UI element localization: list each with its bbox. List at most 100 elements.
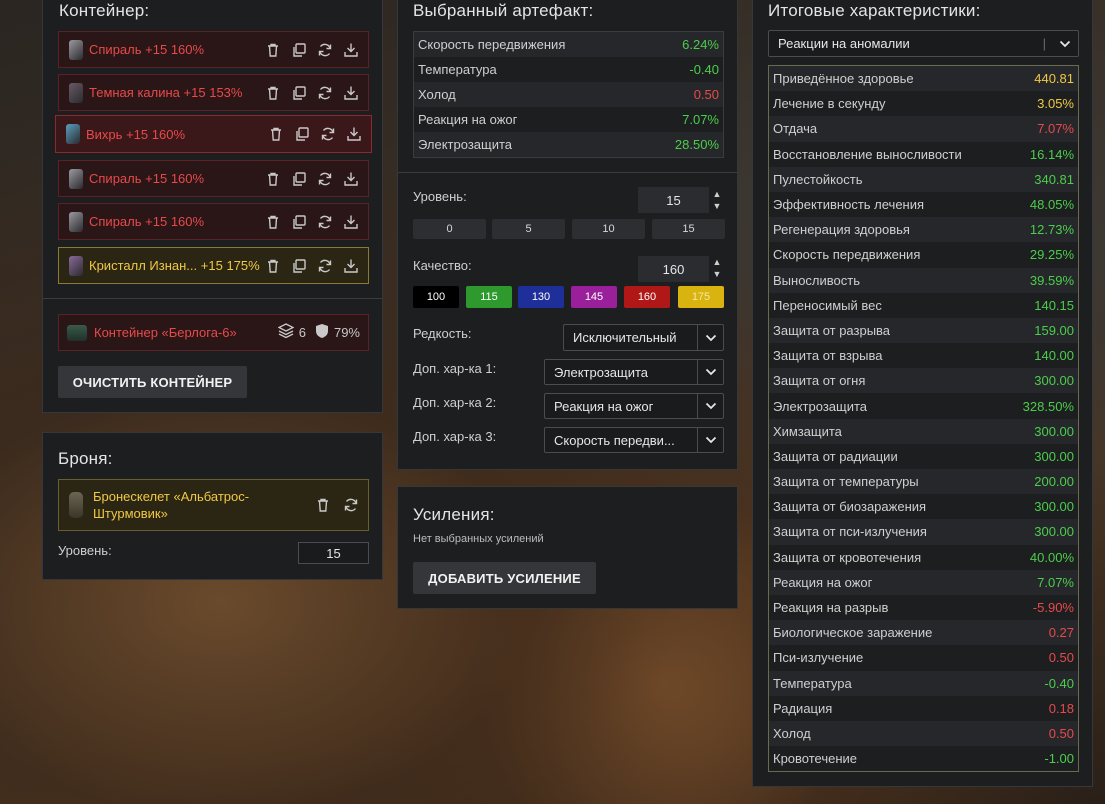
- total-stat-row: Холод 0.50: [769, 720, 1078, 747]
- extra2-select[interactable]: Реакция на ожог: [544, 393, 724, 419]
- copy-icon[interactable]: [290, 170, 308, 188]
- copy-icon[interactable]: [290, 84, 308, 102]
- extra1-label: Доп. хар-ка 1:: [413, 361, 497, 376]
- download-icon[interactable]: [342, 41, 360, 59]
- level-down-icon[interactable]: ▼: [712, 201, 722, 211]
- boosts-panel: Усиления: Нет выбранных усилений ДОБАВИТ…: [397, 486, 738, 609]
- quality-preset-button[interactable]: 100: [413, 286, 459, 308]
- extra2-label: Доп. хар-ка 2:: [413, 395, 497, 410]
- total-stat-label: Приведённое здоровье: [773, 71, 914, 87]
- level-preset-button[interactable]: 0: [413, 219, 486, 239]
- stat-row: Реакция на ожог 7.07%: [414, 107, 723, 132]
- stat-value: 6.24%: [682, 37, 719, 52]
- stat-value: 0.50: [693, 87, 719, 102]
- total-stat-value: 0.18: [1048, 700, 1074, 716]
- selected-artifact-stats: Скорость передвижения 6.24% Температура -0.…: [413, 31, 724, 158]
- total-stat-value: 140.15: [1034, 297, 1074, 313]
- artifact-row[interactable]: Спираль +15 160%: [58, 160, 369, 197]
- download-icon[interactable]: [345, 125, 363, 143]
- trash-icon[interactable]: [314, 496, 332, 514]
- clear-container-button[interactable]: ОЧИСТИТЬ КОНТЕЙНЕР: [58, 366, 247, 398]
- trash-icon[interactable]: [264, 257, 282, 275]
- container-item[interactable]: Контейнер «Берлога-6» 6 79%: [58, 314, 369, 351]
- armor-level-input[interactable]: 15: [298, 542, 369, 564]
- stat-row: Холод 0.50: [414, 82, 723, 107]
- quality-input[interactable]: 160: [638, 256, 709, 282]
- quality-preset-button[interactable]: 145: [571, 286, 617, 308]
- extra1-select[interactable]: Электрозащита: [544, 359, 724, 385]
- trash-icon[interactable]: [264, 213, 282, 231]
- rarity-label: Редкость:: [413, 326, 472, 341]
- replace-icon[interactable]: [316, 170, 334, 188]
- total-stat-row: Химзащита 300.00: [769, 418, 1078, 444]
- total-stat-value: 29.25%: [1029, 247, 1074, 263]
- level-preset-button[interactable]: 10: [572, 219, 645, 239]
- total-stat-label: Лечение в секунду: [773, 96, 886, 112]
- replace-icon[interactable]: [316, 84, 334, 102]
- total-stat-value: 7.07%: [1037, 121, 1074, 137]
- total-stat-row: Отдача 7.07%: [769, 116, 1078, 142]
- extra1-value: Электрозащита: [554, 364, 649, 380]
- total-stat-label: Защита от биозаражения: [773, 499, 927, 515]
- total-stat-row: Защита от радиации 300.00: [769, 443, 1078, 469]
- copy-icon[interactable]: [290, 257, 308, 275]
- trash-icon[interactable]: [264, 84, 282, 102]
- trash-icon[interactable]: [267, 125, 285, 143]
- artifact-icon: [69, 39, 83, 60]
- download-icon[interactable]: [342, 257, 360, 275]
- totals-filter-select[interactable]: Реакции на аномалии |: [768, 30, 1079, 57]
- quality-preset-button[interactable]: 115: [466, 286, 512, 308]
- total-stat-row: Защита от огня 300.00: [769, 368, 1078, 394]
- level-preset-button[interactable]: 15: [652, 219, 725, 239]
- add-boost-button[interactable]: ДОБАВИТЬ УСИЛЕНИЕ: [413, 562, 596, 594]
- level-input[interactable]: 15: [638, 187, 709, 213]
- artifact-row[interactable]: Кристалл Изнан... +15 175%: [58, 247, 369, 284]
- armor-name-line1: Бронескелет «Альбатрос-: [93, 489, 250, 504]
- artifact-icon: [69, 82, 83, 103]
- total-stat-row: Эффективность лечения 48.05%: [769, 191, 1078, 218]
- replace-icon[interactable]: [316, 41, 334, 59]
- level-up-icon[interactable]: ▲: [712, 189, 722, 199]
- total-stat-value: 0.27: [1048, 625, 1074, 641]
- artifact-row[interactable]: Темная калина +15 153%: [58, 74, 369, 111]
- total-stat-value: 300.00: [1034, 423, 1074, 439]
- rarity-select[interactable]: Исключительный: [563, 324, 724, 351]
- trash-icon[interactable]: [264, 170, 282, 188]
- total-stat-value: 300.00: [1034, 524, 1074, 540]
- chevron-down-icon: [1052, 31, 1078, 56]
- armor-name-line2: Штурмовик»: [93, 506, 168, 521]
- replace-icon[interactable]: [316, 257, 334, 275]
- total-stat-label: Восстановление выносливости: [773, 146, 962, 162]
- quality-preset-button[interactable]: 175: [678, 286, 724, 308]
- armor-item[interactable]: Бронескелет «Альбатрос- Штурмовик»: [58, 479, 369, 531]
- download-icon[interactable]: [342, 84, 360, 102]
- total-stat-row: Защита от биозаражения 300.00: [769, 494, 1078, 520]
- stat-value: 7.07%: [682, 112, 719, 127]
- artifact-row[interactable]: Вихрь +15 160%: [55, 115, 372, 153]
- download-icon[interactable]: [342, 170, 360, 188]
- trash-icon[interactable]: [264, 41, 282, 59]
- total-stat-label: Радиация: [773, 700, 833, 716]
- quality-up-icon[interactable]: ▲: [712, 257, 722, 267]
- artifact-row[interactable]: Спираль +15 160%: [58, 31, 369, 68]
- copy-icon[interactable]: [290, 41, 308, 59]
- replace-icon[interactable]: [316, 213, 334, 231]
- quality-preset-button[interactable]: 160: [624, 286, 670, 308]
- extra3-select[interactable]: Скорость передви...: [544, 427, 724, 453]
- container-icon: [67, 324, 87, 341]
- download-icon[interactable]: [342, 213, 360, 231]
- copy-icon[interactable]: [290, 213, 308, 231]
- total-stat-value: 440.81: [1034, 71, 1074, 87]
- total-stat-row: Реакция на ожог 7.07%: [769, 569, 1078, 595]
- quality-preset-button[interactable]: 130: [518, 286, 564, 308]
- artifact-row[interactable]: Спираль +15 160%: [58, 203, 369, 240]
- replace-icon[interactable]: [342, 496, 360, 514]
- total-stat-label: Защита от температуры: [773, 474, 919, 490]
- total-stat-row: Защита от температуры 200.00: [769, 469, 1078, 495]
- container-slots: 6: [298, 325, 306, 340]
- copy-icon[interactable]: [293, 125, 311, 143]
- level-preset-button[interactable]: 5: [492, 219, 565, 239]
- quality-down-icon[interactable]: ▼: [712, 269, 722, 279]
- replace-icon[interactable]: [319, 125, 337, 143]
- total-stat-row: Защита от кровотечения 40.00%: [769, 544, 1078, 570]
